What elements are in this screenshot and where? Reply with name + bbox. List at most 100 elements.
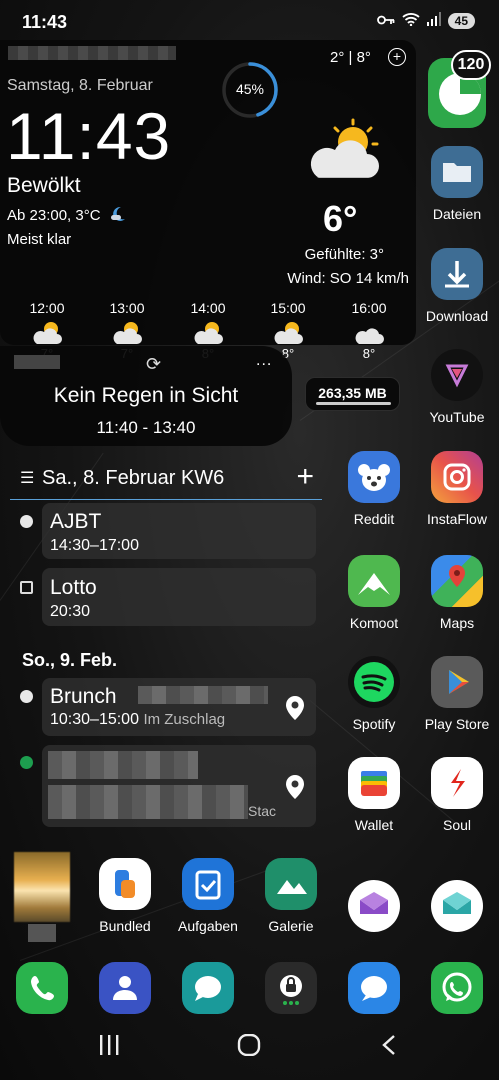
forecast-hour-label: 12:00 [29, 300, 65, 316]
location-redacted [8, 46, 176, 60]
soul-icon [431, 757, 483, 809]
add-event-button[interactable]: + [296, 460, 314, 494]
app-galerie[interactable]: Galerie [251, 858, 331, 934]
weather-night-forecast: Ab 23:00, 3°C [7, 205, 127, 227]
more-options-button[interactable]: ... [256, 352, 272, 370]
tasks-icon [182, 858, 234, 910]
chat-bubble-icon [348, 962, 400, 1014]
app-folder-redacted[interactable] [14, 852, 70, 942]
dock-messages[interactable] [168, 962, 248, 1014]
app-label: Reddit [353, 511, 395, 527]
app-label: Wallet [354, 817, 394, 833]
back-icon[interactable] [380, 1034, 398, 1063]
wallet-icon [348, 757, 400, 809]
lock-icon [265, 962, 317, 1014]
task-checkbox[interactable] [20, 581, 33, 594]
app-komoot[interactable]: Komoot [334, 555, 414, 631]
wifi-icon [402, 12, 420, 29]
event-location: Im Zuschlag [143, 711, 226, 728]
dock-contacts[interactable] [85, 962, 165, 1014]
location-pin-icon[interactable] [286, 696, 304, 725]
app-spotify[interactable]: Spotify [334, 656, 414, 732]
app-download[interactable]: Download [417, 248, 497, 324]
rain-timespan: 11:40 - 13:40 [96, 418, 196, 437]
calendar-event[interactable]: Lotto 20:30 [42, 568, 316, 626]
app-label: Galerie [268, 918, 314, 934]
event-title: AJBT [50, 510, 102, 533]
storage-value: 263,35 MB [318, 385, 387, 401]
navigation-bar [0, 1020, 499, 1080]
whatsapp-icon [431, 962, 483, 1014]
calendar-day-heading: So., 9. Feb. [22, 650, 118, 670]
app-instaflow[interactable]: InstaFlow [417, 451, 497, 527]
event-title: Lotto [50, 576, 97, 599]
signal-icon [426, 12, 441, 29]
messages-icon [182, 962, 234, 1014]
app-maps[interactable]: Maps [417, 555, 497, 631]
youtube-vanced-icon [431, 349, 483, 401]
dock-phone[interactable] [2, 962, 82, 1014]
notification-badge: 120 [451, 50, 491, 80]
add-location-button[interactable]: + [388, 48, 406, 66]
refresh-icon[interactable]: ⟳ [146, 354, 161, 375]
temp-range: 2° | 8° [330, 49, 371, 66]
app-label: InstaFlow [427, 511, 487, 527]
download-icon [431, 248, 483, 300]
app-label: YouTube [429, 409, 485, 425]
battery-badge: 45 [447, 12, 475, 29]
app-dateien[interactable]: Dateien [417, 146, 497, 222]
folder-icon [431, 146, 483, 198]
status-bar: 11:43 45 [0, 0, 499, 44]
wind-info: Wind: SO 14 km/h [287, 270, 409, 287]
komoot-icon [348, 555, 400, 607]
event-time: 10:30–15:00 Im Zuschlag [50, 711, 225, 729]
app-play-store[interactable]: Play Store [417, 656, 497, 732]
app-bundled[interactable]: Bundled [85, 858, 165, 934]
forecast-hour: 16:00 8° [339, 300, 399, 361]
location-redacted [14, 355, 60, 369]
app-mail-purple[interactable] [334, 880, 414, 932]
dock-whatsapp[interactable] [417, 962, 497, 1014]
dock-vpn[interactable] [251, 962, 331, 1014]
app-label: Bundled [99, 918, 151, 934]
calendar-date: Sa., 8. Februar KW6 [42, 467, 225, 489]
app-label: Download [425, 308, 489, 324]
app-youtube[interactable]: YouTube [417, 349, 497, 425]
home-icon[interactable] [237, 1033, 261, 1063]
rain-title: Kein Regen in Sicht [53, 384, 239, 407]
calendar-event[interactable]: AJBT 14:30–17:00 [42, 503, 316, 559]
blurred-label [28, 924, 56, 942]
weather-night-temp: Ab 23:00, 3°C [7, 206, 101, 224]
weather-night-desc: Meist klar [7, 231, 72, 248]
spotify-icon [348, 656, 400, 708]
calendar-event[interactable]: Stac [42, 745, 316, 827]
partly-cloudy-icon [272, 320, 306, 351]
app-label: Maps [439, 615, 475, 631]
app-wallet[interactable]: Wallet [334, 757, 414, 833]
calendar-header[interactable]: ☰ Sa., 8. Februar KW6 + [10, 458, 322, 500]
app-soul[interactable]: Soul [417, 757, 497, 833]
feels-like: Gefühlte: 3° [304, 246, 384, 263]
app-label: Aufgaben [178, 918, 238, 934]
weather-widget[interactable]: Samstag, 8. Februar 11:43 Bewölkt Ab 23:… [0, 40, 416, 361]
menu-icon[interactable]: ☰ [20, 468, 34, 488]
event-dot [20, 756, 33, 769]
clock-time[interactable]: 11:43 [6, 98, 171, 174]
rain-widget[interactable]: ⟳ ... Kein Regen in Sicht 11:40 - 13:40 [0, 346, 292, 446]
calendar-event[interactable]: Brunch 10:30–15:00 Im Zuschlag [42, 678, 316, 736]
app-mail-teal[interactable] [417, 880, 497, 932]
event-dot [20, 515, 33, 528]
app-label: Komoot [349, 615, 399, 631]
location-pin-icon[interactable] [286, 775, 304, 804]
blurred-icon [14, 852, 70, 922]
recent-apps-icon[interactable] [98, 1034, 120, 1062]
storage-widget[interactable]: 263,35 MB [305, 377, 400, 411]
mail-icon [348, 880, 400, 932]
storage-bar [316, 402, 391, 405]
app-aufgaben[interactable]: Aufgaben [168, 858, 248, 934]
weather-date: Samstag, 8. Februar [7, 77, 153, 94]
current-temp: 6° [323, 198, 358, 239]
dock-chat[interactable] [334, 962, 414, 1014]
event-title: Brunch [50, 685, 117, 708]
app-reddit[interactable]: Reddit [334, 451, 414, 527]
